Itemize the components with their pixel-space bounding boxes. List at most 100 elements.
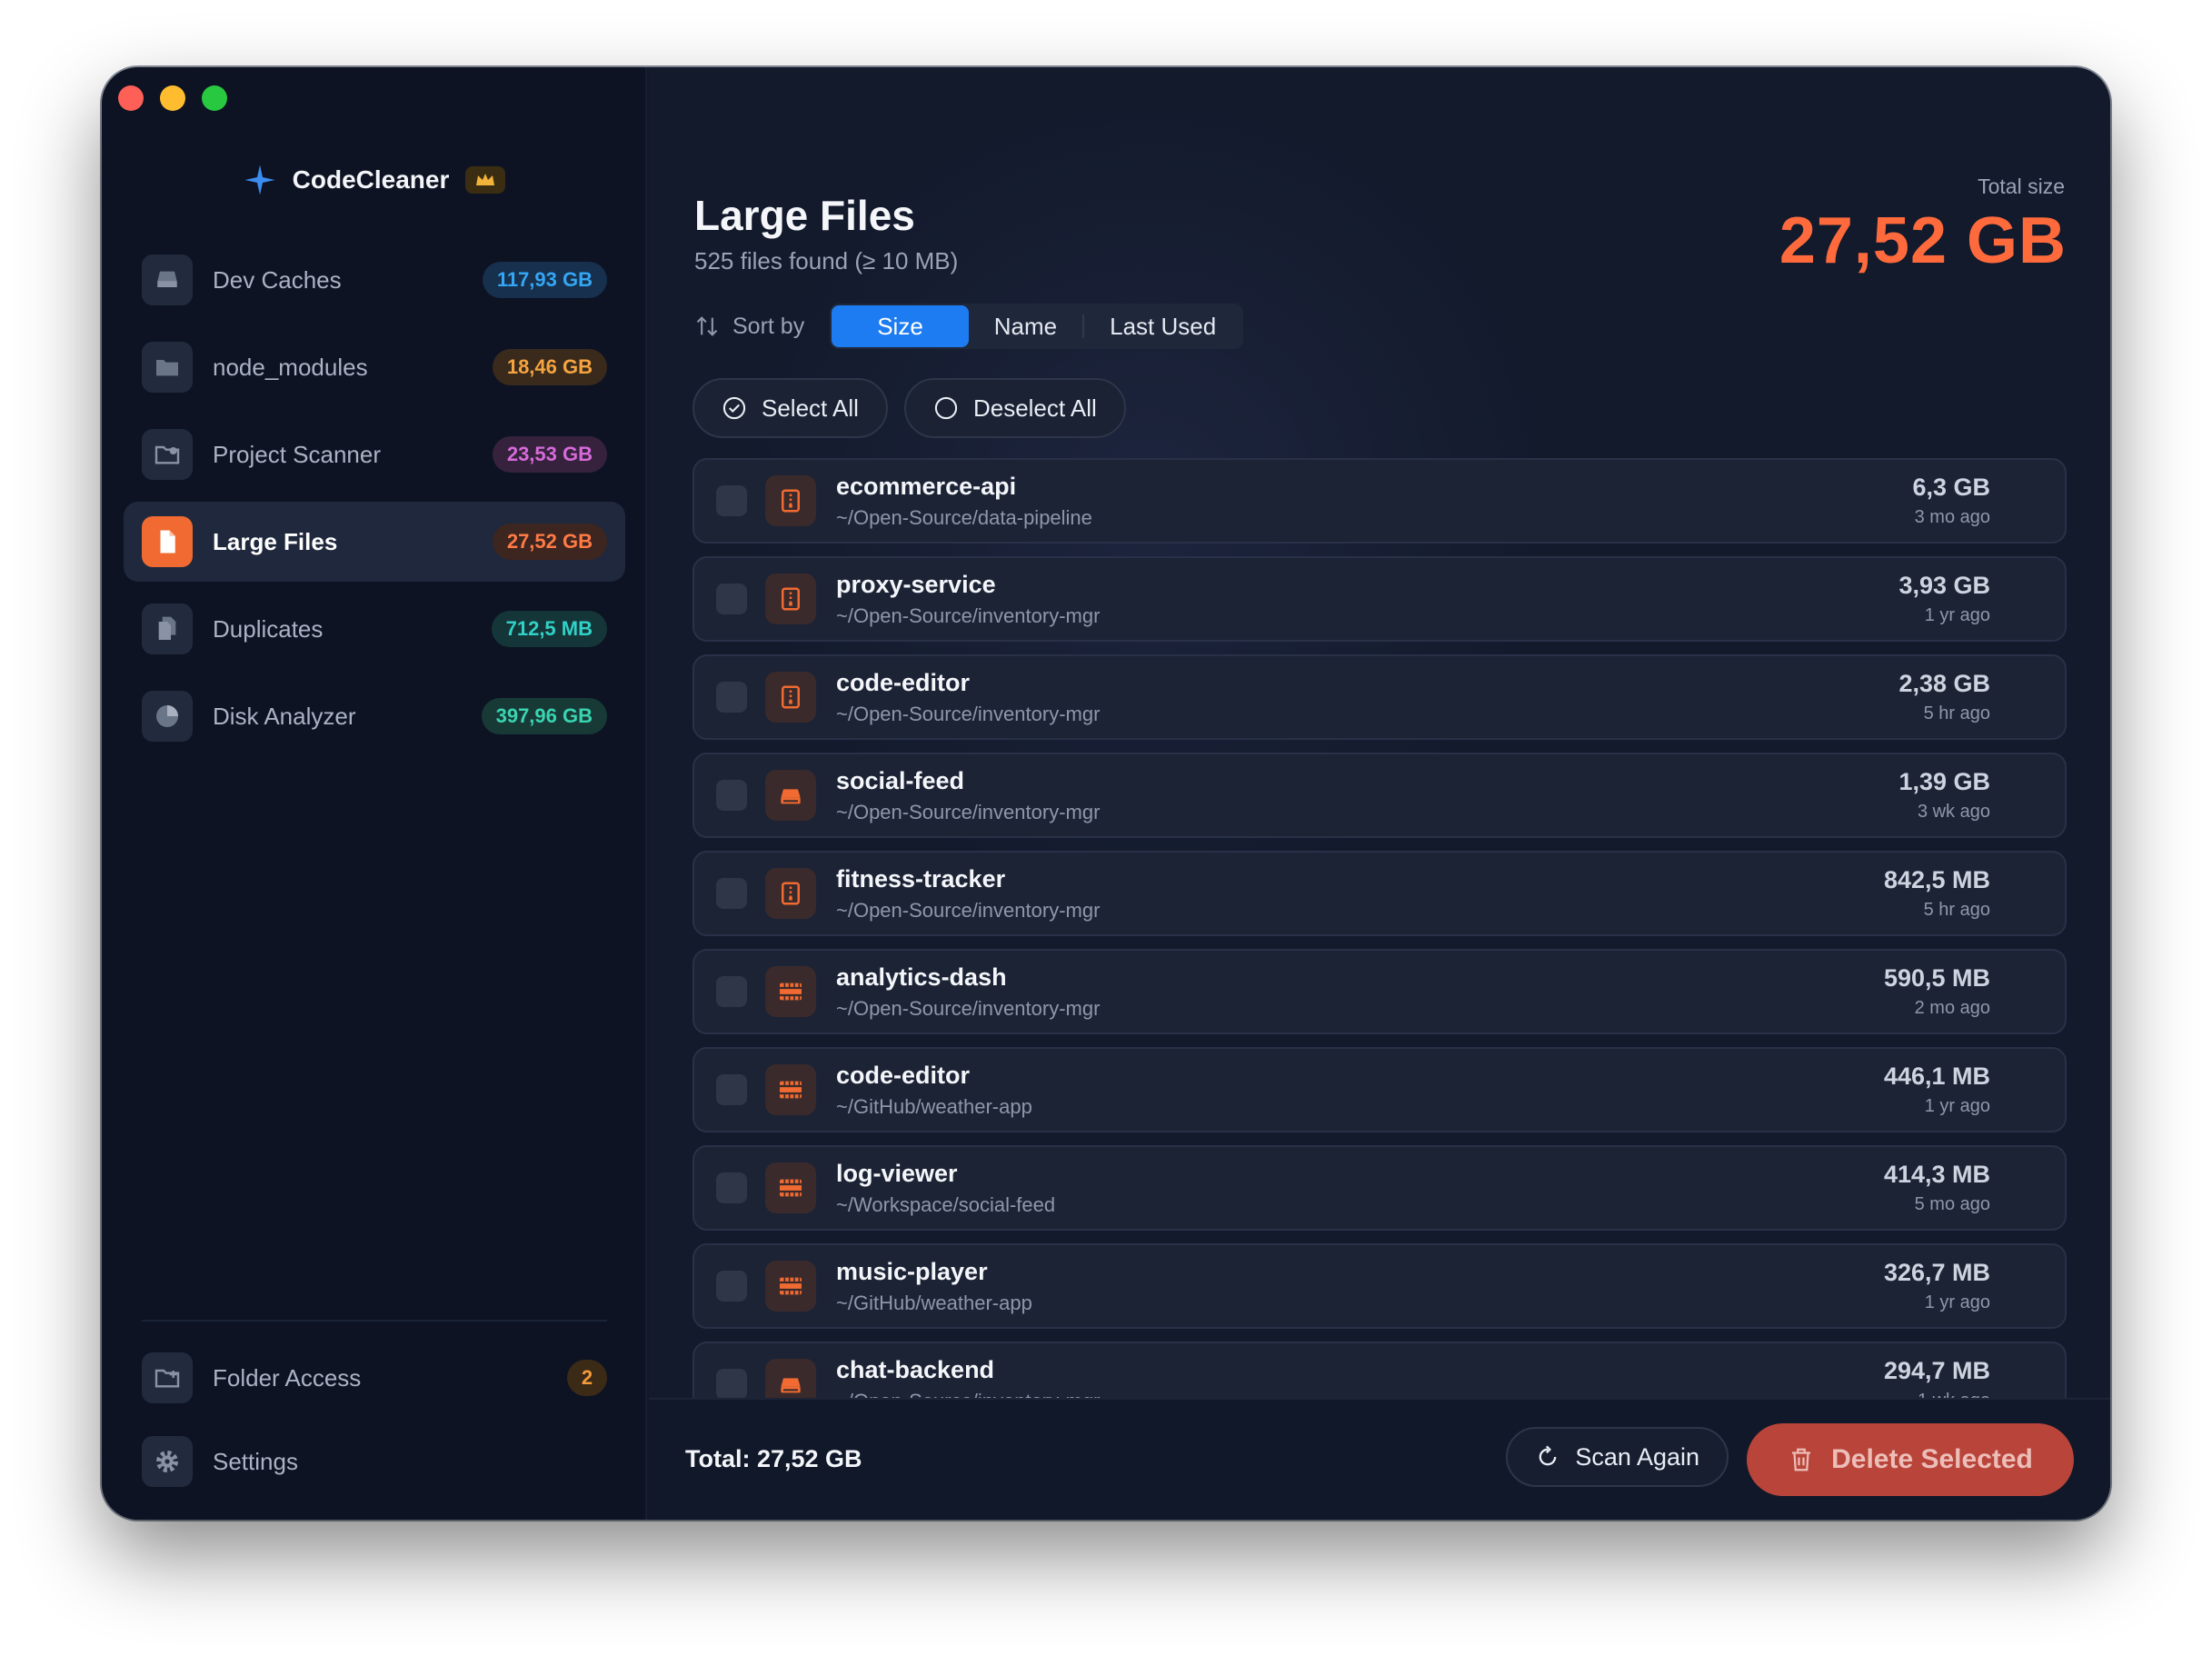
sidebar: CodeCleaner Dev Caches 117,93 GB node_mo…	[102, 67, 647, 1520]
file-path: ~/Open-Source/data-pipeline	[836, 505, 1092, 529]
sidebar-item-disk-analyzer[interactable]: Disk Analyzer 397,96 GB	[124, 676, 625, 756]
folder-count-badge: 2	[567, 1360, 607, 1396]
sidebar-nav: Dev Caches 117,93 GB node_modules 18,46 …	[124, 240, 625, 763]
selection-controls: Select All Deselect All	[692, 378, 1126, 438]
circle-icon	[934, 396, 958, 420]
film-icon	[765, 1261, 816, 1312]
sort-option-name[interactable]: Name	[969, 305, 1082, 347]
file-checkbox[interactable]	[716, 1172, 747, 1203]
sort-option-size[interactable]: Size	[832, 305, 969, 347]
brand: CodeCleaner	[102, 164, 647, 196]
file-info: fitness-tracker ~/Open-Source/inventory-m…	[836, 865, 1884, 923]
file-size: 6,3 GB	[1912, 474, 1990, 501]
file-row[interactable]: log-viewer ~/Workspace/social-feed 414,3 M…	[692, 1145, 2067, 1231]
sort-option-last-used[interactable]: Last Used	[1084, 305, 1241, 347]
sidebar-item-label: Folder Access	[213, 1363, 362, 1392]
file-path: ~/Open-Source/inventory-mgr	[836, 898, 1101, 922]
film-icon	[765, 1162, 816, 1213]
file-info: log-viewer ~/Workspace/social-feed	[836, 1160, 1884, 1217]
minimize-window-button[interactable]	[160, 85, 185, 111]
file-checkbox[interactable]	[716, 1074, 747, 1105]
file-row[interactable]: fitness-tracker ~/Open-Source/inventory-m…	[692, 851, 2067, 936]
file-name: code-editor	[836, 1061, 971, 1089]
gear-icon	[142, 1436, 193, 1487]
file-last-used: 5 hr ago	[1923, 900, 1990, 920]
sort-label: Sort by	[732, 313, 805, 339]
sort-icon	[696, 316, 718, 336]
file-name: social-feed	[836, 766, 965, 794]
sidebar-item-duplicates[interactable]: Duplicates 712,5 MB	[124, 589, 625, 669]
file-meta: 1,39 GB 3 wk ago	[1898, 768, 1990, 823]
file-meta: 2,38 GB 5 hr ago	[1898, 670, 1990, 724]
delete-selected-label: Delete Selected	[1831, 1444, 2033, 1474]
archive-icon	[765, 475, 816, 526]
file-row[interactable]: ecommerce-api ~/Open-Source/data-pipeline…	[692, 458, 2067, 544]
page-title: Large Files	[694, 192, 915, 239]
file-info: analytics-dash ~/Open-Source/inventory-mg…	[836, 963, 1884, 1021]
deselect-all-button[interactable]: Deselect All	[903, 378, 1126, 438]
file-checkbox[interactable]	[716, 1271, 747, 1302]
file-size: 294,7 MB	[1883, 1357, 1990, 1384]
sparkle-icon	[244, 165, 275, 195]
sidebar-item-settings[interactable]: Settings	[124, 1422, 625, 1501]
scan-again-button[interactable]: Scan Again	[1506, 1427, 1729, 1487]
footer-total: Total: 27,52 GB	[685, 1445, 862, 1472]
file-meta: 326,7 MB 1 yr ago	[1884, 1259, 1990, 1313]
sidebar-item-large-files[interactable]: Large Files 27,52 GB	[124, 502, 625, 582]
file-checkbox[interactable]	[716, 584, 747, 614]
crown-icon	[465, 166, 506, 194]
folder-gear-icon	[142, 429, 193, 480]
file-meta: 842,5 MB 5 hr ago	[1884, 866, 1990, 921]
document-icon	[142, 516, 193, 567]
file-row[interactable]: code-editor ~/GitHub/weather-app 446,1 MB 1…	[692, 1047, 2067, 1132]
main-content: Large Files 525 files found (≥ 10 MB) To…	[649, 67, 2110, 1520]
file-checkbox[interactable]	[716, 1369, 747, 1400]
sidebar-item-label: Project Scanner	[213, 440, 381, 468]
file-name: code-editor	[836, 668, 971, 696]
folder-plus-icon	[142, 1352, 193, 1403]
sidebar-divider	[142, 1320, 607, 1322]
file-path: ~/Workspace/social-feed	[836, 1192, 1056, 1216]
file-checkbox[interactable]	[716, 485, 747, 516]
file-size: 1,39 GB	[1898, 768, 1990, 795]
sidebar-item-dev-caches[interactable]: Dev Caches 117,93 GB	[124, 240, 625, 320]
film-icon	[765, 1064, 816, 1115]
file-info: music-player ~/GitHub/weather-app	[836, 1258, 1884, 1315]
file-row[interactable]: analytics-dash ~/Open-Source/inventory-mg…	[692, 949, 2067, 1034]
sidebar-item-folder-access[interactable]: Folder Access 2	[124, 1338, 625, 1418]
file-meta: 414,3 MB 5 mo ago	[1884, 1161, 1990, 1215]
total-size-value: 27,52 GB	[1779, 205, 2067, 277]
footer-bar: Total: 27,52 GB Scan Again Delete Select…	[649, 1398, 2110, 1520]
delete-selected-button[interactable]: Delete Selected	[1747, 1423, 2074, 1496]
file-path: ~/GitHub/weather-app	[836, 1094, 1032, 1118]
select-all-label: Select All	[762, 394, 859, 422]
close-window-button[interactable]	[118, 85, 144, 111]
file-checkbox[interactable]	[716, 878, 747, 909]
file-row[interactable]: proxy-service ~/Open-Source/inventory-mgr…	[692, 556, 2067, 642]
app-window: CodeCleaner Dev Caches 117,93 GB node_mo…	[102, 67, 2110, 1520]
sidebar-item-project-scanner[interactable]: Project Scanner 23,53 GB	[124, 414, 625, 494]
file-row[interactable]: code-editor ~/Open-Source/inventory-mgr 2,…	[692, 654, 2067, 740]
zoom-window-button[interactable]	[202, 85, 227, 111]
select-all-button[interactable]: Select All	[692, 378, 888, 438]
file-list: ecommerce-api ~/Open-Source/data-pipeline…	[692, 458, 2067, 1472]
file-size: 326,7 MB	[1883, 1259, 1990, 1286]
sidebar-item-node-modules[interactable]: node_modules 18,46 GB	[124, 327, 625, 407]
file-checkbox[interactable]	[716, 976, 747, 1007]
sort-segmented-control: Size Name Last Used	[830, 304, 1244, 349]
size-badge: 117,93 GB	[482, 262, 607, 298]
file-checkbox[interactable]	[716, 780, 747, 811]
size-badge: 712,5 MB	[491, 611, 607, 647]
file-row[interactable]: social-feed ~/Open-Source/inventory-mgr 1,…	[692, 753, 2067, 838]
file-last-used: 3 wk ago	[1917, 802, 1990, 822]
file-checkbox[interactable]	[716, 682, 747, 713]
file-meta: 6,3 GB 3 mo ago	[1912, 474, 1990, 528]
file-info: ecommerce-api ~/Open-Source/data-pipeline	[836, 473, 1912, 530]
folder-icon	[142, 342, 193, 393]
window-controls	[118, 85, 227, 111]
file-size: 842,5 MB	[1883, 866, 1990, 893]
trash-icon	[1792, 1448, 1811, 1471]
file-meta: 3,93 GB 1 yr ago	[1898, 572, 1990, 626]
file-row[interactable]: music-player ~/GitHub/weather-app 326,7 MB…	[692, 1243, 2067, 1329]
files-found-count: 525 files found (≥ 10 MB)	[694, 247, 959, 274]
